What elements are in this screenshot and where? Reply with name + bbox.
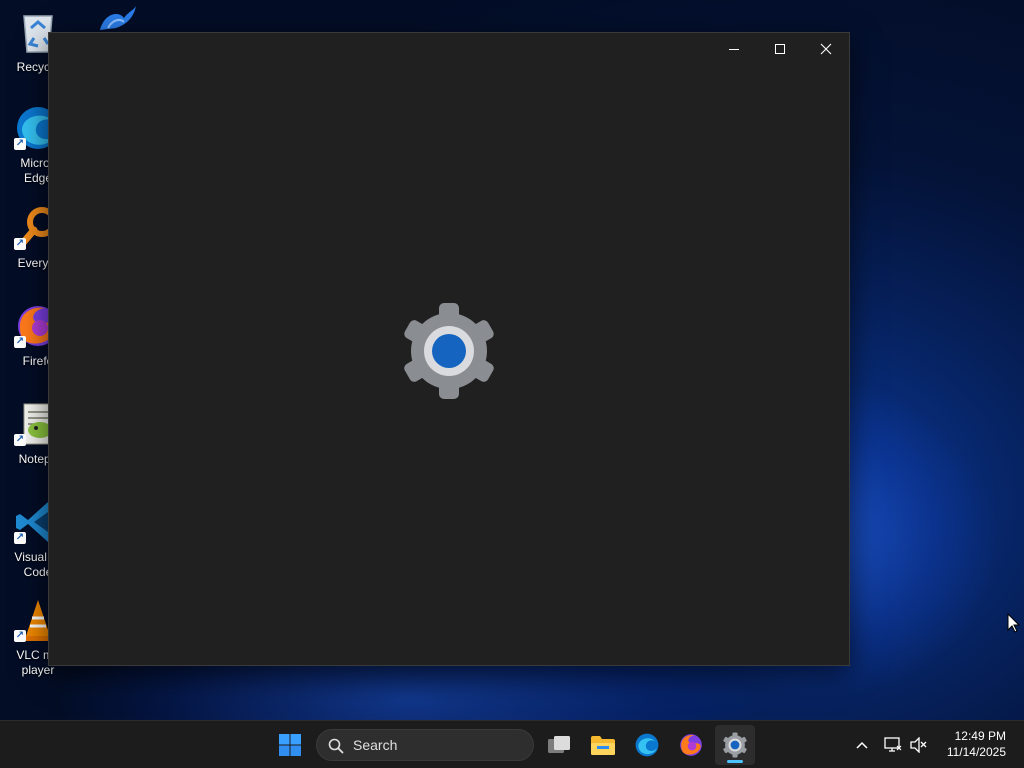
shortcut-arrow-icon: ↗ bbox=[14, 336, 26, 348]
shortcut-arrow-icon: ↗ bbox=[14, 532, 26, 544]
file-explorer-button[interactable] bbox=[583, 725, 623, 765]
chevron-up-icon bbox=[856, 741, 868, 749]
mouse-cursor-icon bbox=[1007, 613, 1021, 633]
maximize-button[interactable] bbox=[757, 33, 803, 65]
search-placeholder: Search bbox=[353, 737, 398, 753]
volume-muted-icon bbox=[910, 737, 927, 753]
settings-gear-icon bbox=[723, 732, 747, 758]
windows-start-icon bbox=[279, 734, 301, 756]
start-button[interactable] bbox=[270, 725, 310, 765]
shortcut-arrow-icon: ↗ bbox=[14, 138, 26, 150]
settings-window[interactable] bbox=[48, 32, 850, 666]
network-icon bbox=[884, 737, 902, 752]
shortcut-arrow-icon: ↗ bbox=[14, 630, 26, 642]
clock-time: 12:49 PM bbox=[954, 729, 1006, 743]
close-icon bbox=[820, 43, 832, 55]
task-view-icon bbox=[548, 736, 570, 753]
clock-date: 11/14/2025 bbox=[946, 745, 1006, 759]
desktop: Recycle ↗ Micros Edge ↗ Everyth ↗ Firefo bbox=[0, 0, 1024, 720]
volume-button[interactable] bbox=[909, 735, 929, 755]
firefox-icon bbox=[680, 734, 702, 756]
minimize-icon bbox=[729, 49, 739, 50]
settings-taskbar-button[interactable] bbox=[715, 725, 755, 765]
minimize-button[interactable] bbox=[711, 33, 757, 65]
active-app-indicator bbox=[727, 760, 743, 763]
show-hidden-icons-button[interactable] bbox=[852, 735, 872, 755]
close-button[interactable] bbox=[803, 33, 849, 65]
firefox-taskbar-button[interactable] bbox=[671, 725, 711, 765]
swan-app-icon[interactable] bbox=[94, 4, 138, 34]
taskbar-search-box[interactable]: Search bbox=[316, 729, 534, 761]
settings-gear-icon bbox=[404, 303, 494, 399]
edge-taskbar-button[interactable] bbox=[627, 725, 667, 765]
network-status-button[interactable] bbox=[883, 735, 903, 755]
shortcut-arrow-icon: ↗ bbox=[14, 238, 26, 250]
folder-icon bbox=[591, 736, 615, 755]
taskbar-clock[interactable]: 12:49 PM 11/14/2025 bbox=[947, 728, 1006, 760]
taskbar: Search 12:49 PM 11/14/2025 bbox=[0, 720, 1024, 768]
edge-icon bbox=[635, 733, 659, 757]
search-icon bbox=[328, 738, 344, 754]
task-view-button[interactable] bbox=[539, 725, 579, 765]
shortcut-arrow-icon: ↗ bbox=[14, 434, 26, 446]
maximize-icon bbox=[775, 44, 785, 54]
